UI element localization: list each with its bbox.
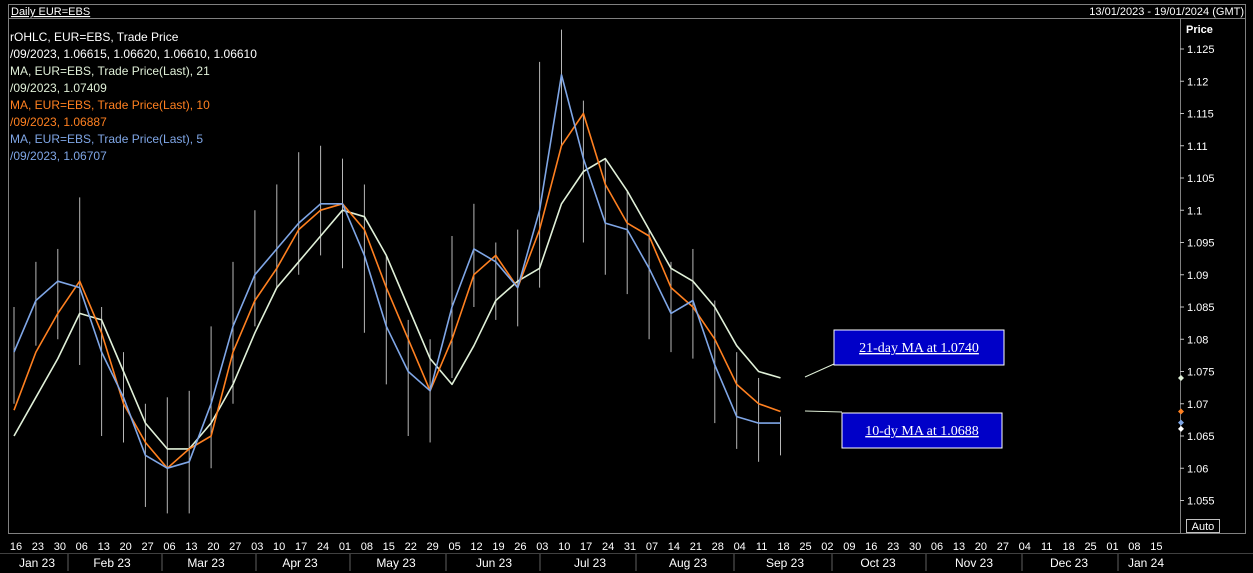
chart-title[interactable]: Daily EUR=EBS: [11, 6, 90, 18]
date-tick-label: 21: [690, 541, 702, 553]
price-tick-label: 1.07: [1187, 399, 1208, 411]
date-tick-label: 26: [514, 541, 526, 553]
date-tick-label: 01: [339, 541, 351, 553]
date-tick-label: 27: [141, 541, 153, 553]
price-tick-label: 1.055: [1187, 496, 1215, 508]
month-label: Sep 23: [766, 556, 804, 570]
month-label: Dec 23: [1050, 556, 1088, 570]
date-tick-label: 24: [317, 541, 329, 553]
date-tick-label: 30: [54, 541, 66, 553]
legend-ma5-value: /09/2023, 1.06707: [10, 149, 107, 163]
date-tick-label: 18: [1063, 541, 1075, 553]
date-tick-label: 03: [251, 541, 263, 553]
date-tick-label: 08: [361, 541, 373, 553]
price-tick-label: 1.06: [1187, 463, 1208, 475]
date-tick-label: 20: [207, 541, 219, 553]
month-label: Jul 23: [574, 556, 606, 570]
date-tick-label: 18: [777, 541, 789, 553]
date-tick-label: 09: [843, 541, 855, 553]
auto-scale-label: Auto: [1192, 521, 1215, 533]
date-tick-label: 25: [799, 541, 811, 553]
date-tick-label: 23: [32, 541, 44, 553]
price-tick-label: 1.09: [1187, 270, 1208, 282]
date-tick-label: 04: [734, 541, 746, 553]
month-label: Nov 23: [955, 556, 993, 570]
date-tick-label: 06: [931, 541, 943, 553]
month-label: Jan 24: [1128, 556, 1164, 570]
legend-ohlc-values: /09/2023, 1.06615, 1.06620, 1.06610, 1.0…: [10, 47, 257, 61]
date-tick-label: 05: [448, 541, 460, 553]
price-tick-label: 1.065: [1187, 431, 1215, 443]
price-tick-label: 1.08: [1187, 334, 1208, 346]
month-label: Aug 23: [669, 556, 707, 570]
date-tick-label: 20: [120, 541, 132, 553]
date-tick-label: 08: [1128, 541, 1140, 553]
date-tick-label: 30: [909, 541, 921, 553]
legend-ma10-value: /09/2023, 1.06887: [10, 115, 107, 129]
legend-ma21-value: /09/2023, 1.07409: [10, 81, 107, 95]
legend-ma5-title: MA, EUR=EBS, Trade Price(Last), 5: [10, 132, 203, 146]
date-tick-label: 11: [756, 541, 767, 553]
legend-ma10-title: MA, EUR=EBS, Trade Price(Last), 10: [10, 98, 210, 112]
month-label: Jun 23: [476, 556, 512, 570]
date-tick-label: 11: [1041, 541, 1052, 553]
callout-ma21-text: 21-day MA at 1.0740: [859, 341, 979, 356]
date-tick-label: 10: [273, 541, 285, 553]
month-labels: Jan 23 Feb 23 Mar 23 Apr 23 May 23 Jun 23 Jul …: [19, 554, 1164, 571]
date-tick-label: 28: [712, 541, 724, 553]
legend-ohlc-title: rOHLC, EUR=EBS, Trade Price: [10, 30, 179, 44]
date-tick-label: 27: [229, 541, 241, 553]
callout-ma10-text: 10-dy MA at 1.0688: [865, 424, 979, 439]
date-tick-label: 13: [185, 541, 197, 553]
month-label: Feb 23: [93, 556, 131, 570]
date-tick-label: 01: [1106, 541, 1118, 553]
price-axis-label: Price: [1186, 24, 1213, 36]
date-tick-label: 07: [646, 541, 658, 553]
date-tick-label: 19: [492, 541, 504, 553]
price-tick-label: 1.075: [1187, 367, 1215, 379]
date-tick-label: 22: [405, 541, 417, 553]
date-tick-label: 17: [580, 541, 592, 553]
date-tick-label: 15: [383, 541, 395, 553]
date-tick-label: 13: [953, 541, 965, 553]
month-label: May 23: [376, 556, 416, 570]
price-tick-label: 1.105: [1187, 173, 1215, 185]
legend-ma21-title: MA, EUR=EBS, Trade Price(Last), 21: [10, 64, 210, 78]
date-tick-label: 06: [163, 541, 175, 553]
price-tick-label: 1.11: [1187, 141, 1208, 153]
month-label: Oct 23: [860, 556, 896, 570]
date-tick-label: 13: [98, 541, 110, 553]
date-tick-label: 03: [536, 541, 548, 553]
date-tick-label: 12: [470, 541, 482, 553]
price-tick-label: 1.085: [1187, 302, 1215, 314]
price-tick-label: 1.095: [1187, 238, 1215, 250]
price-tick-label: 1.115: [1187, 109, 1214, 121]
date-tick-label: 15: [1150, 541, 1162, 553]
date-tick-label: 27: [997, 541, 1009, 553]
date-tick-label: 16: [10, 541, 22, 553]
date-tick-label: 31: [624, 541, 636, 553]
date-tick-label: 25: [1084, 541, 1096, 553]
date-tick-label: 04: [1019, 541, 1031, 553]
date-tick-label: 17: [295, 541, 307, 553]
date-range: 13/01/2023 - 19/01/2024 (GMT): [1089, 6, 1244, 18]
date-tick-label: 20: [975, 541, 987, 553]
date-tick-label: 24: [602, 541, 614, 553]
price-tick-label: 1.12: [1187, 76, 1208, 88]
date-tick-label: 10: [558, 541, 570, 553]
month-label: Apr 23: [282, 556, 318, 570]
date-tick-label: 06: [76, 541, 88, 553]
chart-background: [0, 0, 1253, 573]
date-tick-label: 29: [427, 541, 439, 553]
date-tick-label: 16: [865, 541, 877, 553]
price-tick-label: 1.125: [1187, 44, 1215, 56]
date-tick-label: 14: [668, 541, 680, 553]
month-label: Jan 23: [19, 556, 55, 570]
price-tick-label: 1.1: [1187, 205, 1202, 217]
date-tick-label: 23: [887, 541, 899, 553]
price-chart: Daily EUR=EBS 13/01/2023 - 19/01/2024 (G…: [0, 0, 1253, 573]
month-label: Mar 23: [187, 556, 225, 570]
date-tick-label: 02: [821, 541, 833, 553]
